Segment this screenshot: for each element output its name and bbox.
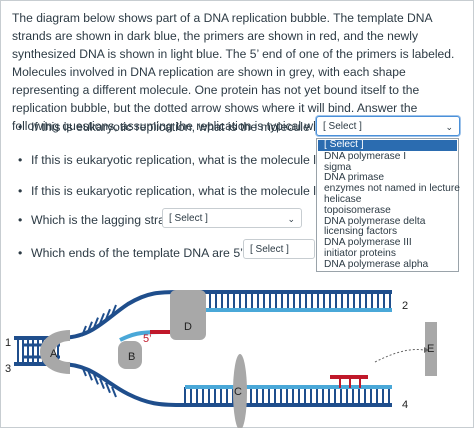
label-2: 2 bbox=[402, 300, 408, 312]
label-five-prime: 5’ bbox=[143, 333, 152, 345]
label-1: 1 bbox=[5, 337, 11, 349]
binding-dotted-arrow bbox=[374, 349, 425, 363]
label-4: 4 bbox=[402, 399, 408, 411]
label-3: 3 bbox=[5, 363, 11, 375]
label-a: A bbox=[50, 348, 58, 360]
label-d: D bbox=[184, 321, 192, 333]
replication-bubble-diagram: A B C D E 5’ 1 3 2 4 bbox=[5, 290, 437, 428]
label-e: E bbox=[427, 343, 434, 355]
label-b: B bbox=[128, 351, 135, 363]
label-c: C bbox=[234, 386, 242, 398]
